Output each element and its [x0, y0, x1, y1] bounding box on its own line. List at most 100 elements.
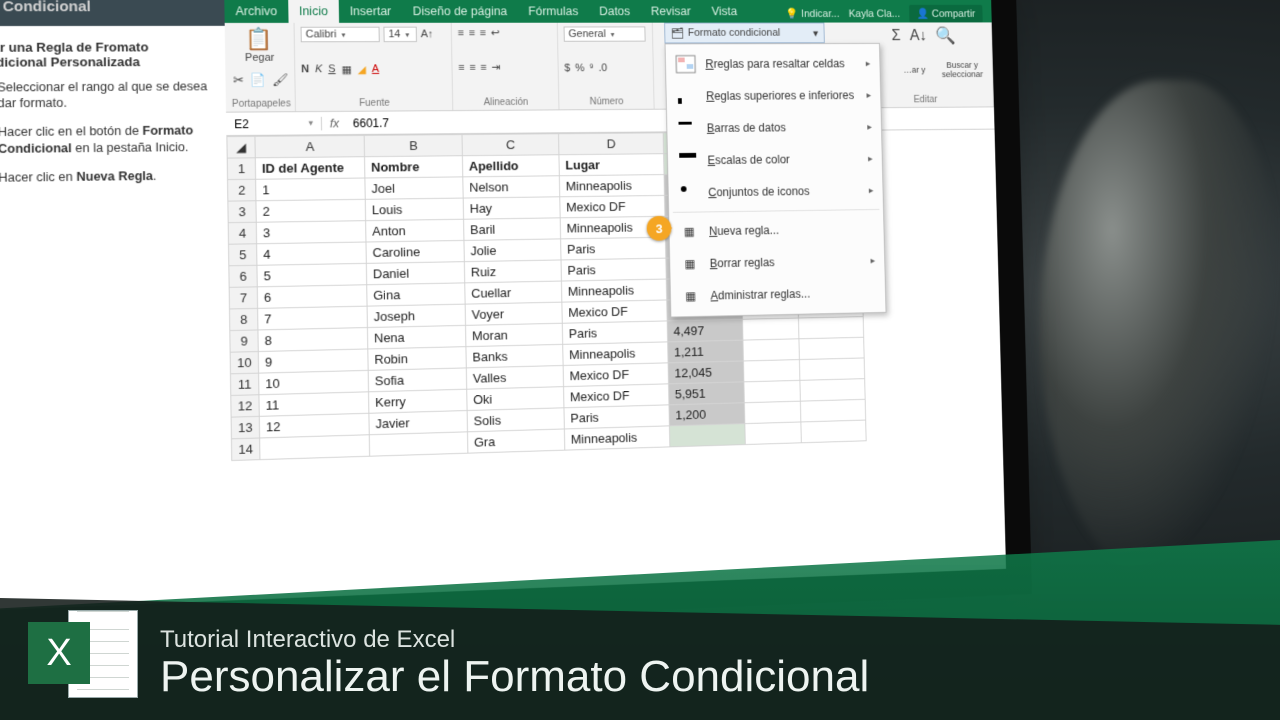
tab-revisar[interactable]: Revisar — [640, 0, 701, 23]
cell[interactable]: Minneapolis — [564, 426, 669, 450]
cut-icon[interactable]: ✂ — [233, 73, 244, 89]
bold-button[interactable]: N — [301, 64, 309, 76]
tab-inicio[interactable]: Inicio — [288, 0, 339, 23]
col-header[interactable]: C — [462, 134, 559, 156]
cell[interactable]: Mexico DF — [564, 384, 669, 408]
cell[interactable]: Baril — [464, 218, 561, 241]
cell[interactable]: Gra — [467, 429, 564, 453]
cell[interactable]: Valles — [466, 365, 563, 389]
find-select-label[interactable]: Buscar y seleccionar — [937, 60, 986, 79]
find-icon[interactable]: 🔍 — [935, 26, 956, 45]
cell[interactable]: ID del Agente — [255, 157, 365, 180]
cell[interactable]: Hay — [463, 197, 560, 219]
cf-menu-item[interactable]: Rreglas para resaltar celdas▸ — [666, 48, 880, 81]
cell[interactable]: Solis — [467, 408, 564, 432]
row-header[interactable]: 7 — [229, 287, 257, 309]
percent-icon[interactable]: % — [575, 63, 585, 74]
cell[interactable]: Lugar — [559, 154, 664, 176]
row-header[interactable]: 10 — [230, 352, 258, 374]
cell[interactable]: 2 — [256, 199, 366, 222]
cell[interactable] — [745, 422, 802, 445]
cell[interactable]: Minneapolis — [563, 342, 668, 366]
share-button[interactable]: 👤 Compartir — [909, 5, 983, 23]
cell[interactable] — [799, 337, 864, 359]
cell[interactable] — [743, 360, 799, 382]
tab-fórmulas[interactable]: Fórmulas — [518, 0, 589, 23]
cell[interactable]: 12,045 — [668, 361, 744, 384]
row-header[interactable]: 6 — [229, 265, 257, 287]
row-header[interactable]: 3 — [228, 201, 256, 223]
cell[interactable]: Mexico DF — [560, 195, 665, 217]
cf-menu-item[interactable]: Conjuntos de iconos▸ — [668, 174, 883, 209]
cell[interactable]: Anton — [366, 219, 464, 242]
cell[interactable] — [801, 420, 866, 443]
cell[interactable] — [798, 317, 863, 339]
cell[interactable]: Banks — [466, 344, 563, 368]
spreadsheet-grid[interactable]: ◢ABCDEFG1ID del AgenteNombreApellidoLuga… — [226, 130, 1006, 601]
cell[interactable]: 1,211 — [668, 340, 744, 363]
row-header[interactable]: 2 — [228, 179, 256, 201]
row-header[interactable]: 5 — [228, 244, 256, 266]
formula-value[interactable]: 6601.7 — [347, 116, 395, 130]
align-top-icon[interactable]: ≡ — [458, 27, 464, 39]
cell[interactable]: Mexico DF — [562, 300, 667, 323]
cell[interactable] — [744, 401, 800, 423]
cf-menu-action[interactable]: ▦Nueva regla...3 — [669, 213, 884, 248]
cf-menu-item[interactable]: Escalas de color▸ — [668, 143, 883, 177]
align-mid-icon[interactable]: ≡ — [469, 27, 475, 38]
cell[interactable]: 1 — [256, 178, 366, 201]
cell[interactable]: 4,497 — [667, 319, 743, 342]
font-name-select[interactable]: Calibri — [301, 27, 380, 43]
cell[interactable]: Caroline — [366, 240, 464, 263]
paste-icon[interactable]: 📋 — [231, 27, 288, 52]
tab-diseño de página[interactable]: Diseño de página — [402, 0, 518, 23]
cell[interactable]: 9 — [258, 349, 368, 373]
font-size-select[interactable]: 14 — [383, 27, 417, 42]
copy-icon[interactable]: 📄 — [250, 72, 266, 88]
cell[interactable]: 7 — [258, 306, 368, 330]
cell[interactable]: Paris — [561, 258, 666, 281]
cf-menu-action[interactable]: ▦Administrar reglas... — [671, 276, 886, 312]
row-header[interactable]: 11 — [230, 373, 258, 395]
user-label[interactable]: Kayla Cla... — [849, 8, 901, 19]
row-header[interactable]: 13 — [231, 416, 260, 438]
cell[interactable]: 1,200 — [669, 403, 745, 426]
col-header[interactable]: B — [364, 135, 462, 157]
col-header[interactable]: D — [559, 133, 664, 155]
format-painter-icon[interactable]: 🖌 — [272, 72, 289, 88]
font-color-icon[interactable]: A — [372, 63, 379, 75]
border-icon[interactable]: ▦ — [341, 63, 351, 76]
cell[interactable]: Joseph — [367, 304, 465, 327]
cell[interactable]: Apellido — [462, 155, 559, 177]
sort-filter-label[interactable]: …ar y — [895, 65, 934, 74]
row-header[interactable]: 4 — [228, 222, 256, 244]
underline-button[interactable]: S — [328, 63, 335, 75]
cell[interactable]: Moran — [466, 323, 563, 346]
cell[interactable] — [369, 432, 468, 456]
cell[interactable]: Minneapolis — [559, 175, 664, 197]
row-header[interactable]: 9 — [230, 330, 258, 352]
cf-menu-item[interactable]: Barras de datos▸ — [667, 111, 881, 145]
cf-menu-action[interactable]: ▦Borrar reglas▸ — [670, 244, 885, 280]
cell[interactable]: Jolie — [464, 239, 561, 262]
row-header[interactable]: 12 — [231, 395, 259, 417]
cell[interactable]: 10 — [259, 370, 369, 394]
align-center-icon[interactable]: ≡ — [469, 62, 475, 74]
italic-button[interactable]: K — [315, 64, 322, 76]
cell[interactable]: Nelson — [463, 176, 560, 198]
col-header[interactable]: A — [255, 135, 365, 157]
cell[interactable]: 6 — [257, 285, 367, 309]
cell[interactable]: Kerry — [369, 389, 468, 413]
comma-icon[interactable]: ⁹ — [589, 63, 594, 74]
cell[interactable]: Paris — [562, 321, 667, 344]
cell[interactable]: 3 — [256, 221, 366, 244]
align-bot-icon[interactable]: ≡ — [480, 27, 486, 38]
cell[interactable]: 11 — [259, 392, 369, 417]
tell-me[interactable]: 💡 Indicar... — [786, 8, 840, 20]
tab-datos[interactable]: Datos — [588, 0, 640, 23]
fx-icon[interactable]: fx — [322, 116, 347, 130]
increase-font-icon[interactable]: A↑ — [421, 29, 434, 41]
cell[interactable]: Javier — [369, 411, 468, 435]
cell[interactable] — [744, 380, 800, 402]
cell[interactable]: Minneapolis — [561, 279, 666, 302]
